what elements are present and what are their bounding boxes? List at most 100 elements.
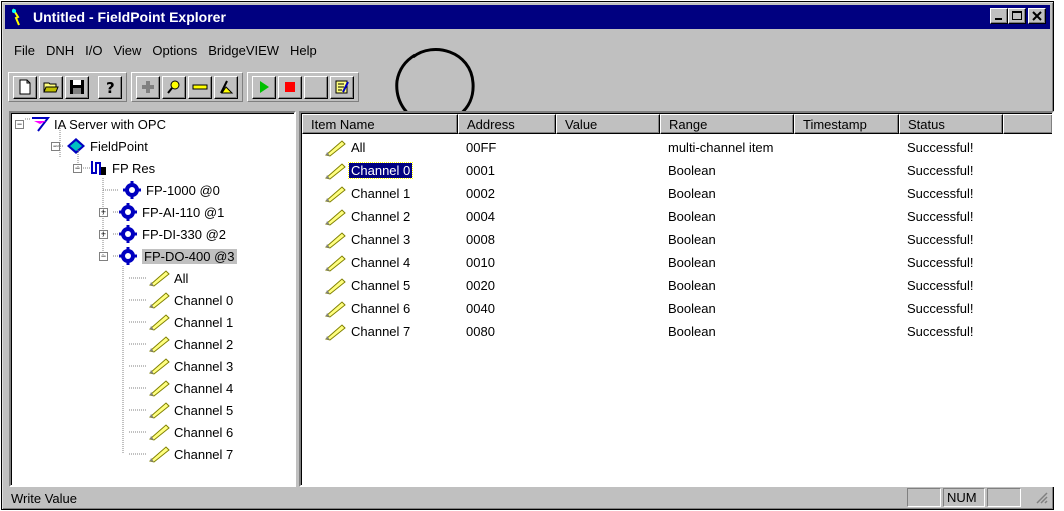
list-row-channel-6[interactable]: Channel 6 0040 Boolean Successful! xyxy=(302,297,1003,320)
channel-pencil-icon xyxy=(324,277,346,295)
tree-item-label: All xyxy=(174,270,189,286)
collapse-icon[interactable]: − xyxy=(73,163,82,173)
tree-item-ia-server[interactable]: − IA Server with OPC xyxy=(15,114,166,134)
add-icon xyxy=(142,81,154,93)
list-row-channel-4[interactable]: Channel 4 0010 Boolean Successful! xyxy=(302,251,1003,274)
remove-button[interactable] xyxy=(188,75,212,99)
list-row-channel-3[interactable]: Channel 3 0008 Boolean Successful! xyxy=(302,228,1003,251)
start-button[interactable] xyxy=(252,75,276,99)
menu-io[interactable]: I/O xyxy=(81,43,109,58)
column-header-address[interactable]: Address xyxy=(458,114,556,134)
find-button[interactable] xyxy=(162,75,186,99)
tree-item-fp-res[interactable]: − FP Res xyxy=(73,158,155,178)
list-row-channel-5[interactable]: Channel 5 0020 Boolean Successful! xyxy=(302,274,1003,297)
tree-item-channel-6[interactable]: Channel 6 xyxy=(148,422,233,442)
column-header-item-name[interactable]: Item Name xyxy=(302,114,458,134)
app-icon xyxy=(9,8,27,26)
item-list-view[interactable]: Item Name Address Value Range Timestamp … xyxy=(299,111,1054,487)
collapse-icon[interactable]: − xyxy=(51,141,60,151)
channel-pencil-icon xyxy=(324,300,346,318)
channel-pencil-icon xyxy=(148,424,170,441)
column-header-status[interactable]: Status xyxy=(899,114,1003,134)
cell-item-name: Channel 3 xyxy=(302,231,458,249)
row-name: Channel 0 xyxy=(347,162,414,179)
menu-dnh[interactable]: DNH xyxy=(42,43,81,58)
cell-address: 0020 xyxy=(466,278,495,293)
tree-item-fp-1000[interactable]: FP-1000 @0 xyxy=(122,180,220,200)
tree-item-fp-ai-110[interactable]: + FP-AI-110 @1 xyxy=(99,202,224,222)
column-header-value[interactable]: Value xyxy=(556,114,660,134)
tree-item-channel-3[interactable]: Channel 3 xyxy=(148,356,233,376)
cell-status: Successful! xyxy=(907,140,974,155)
close-icon xyxy=(1032,11,1042,21)
list-row-channel-1[interactable]: Channel 1 0002 Boolean Successful! xyxy=(302,182,1003,205)
add-button[interactable] xyxy=(136,75,160,99)
collapse-icon[interactable]: − xyxy=(15,119,24,129)
menu-bridgeview[interactable]: BridgeVIEW xyxy=(204,43,286,58)
module-gear-icon xyxy=(119,247,137,265)
tree-item-channel-1[interactable]: Channel 1 xyxy=(148,312,233,332)
cell-address: 0010 xyxy=(466,255,495,270)
window-title: Untitled - FieldPoint Explorer xyxy=(33,9,226,25)
toolbar-group-run xyxy=(247,72,359,102)
column-header-timestamp[interactable]: Timestamp xyxy=(794,114,899,134)
tree-item-channel-5[interactable]: Channel 5 xyxy=(148,400,233,420)
tree-item-channel-7[interactable]: Channel 7 xyxy=(148,444,233,464)
cell-address: 0080 xyxy=(466,324,495,339)
stop-button[interactable] xyxy=(278,75,302,99)
menu-options[interactable]: Options xyxy=(148,43,204,58)
cell-range: Boolean xyxy=(668,186,716,201)
row-name: Channel 2 xyxy=(351,209,411,224)
status-bar: Write Value NUM xyxy=(5,488,1050,508)
module-gear-icon xyxy=(123,181,141,199)
menu-file[interactable]: File xyxy=(10,43,42,58)
dnh-button[interactable] xyxy=(214,75,238,99)
maximize-icon xyxy=(1012,11,1022,20)
resize-grip-icon[interactable] xyxy=(1034,490,1048,504)
write-value-button[interactable] xyxy=(330,75,354,99)
expand-icon[interactable]: + xyxy=(99,229,108,239)
new-button[interactable] xyxy=(13,75,37,99)
tree-item-channel-4[interactable]: Channel 4 xyxy=(148,378,233,398)
tree-item-label: FP-DI-330 @2 xyxy=(142,226,226,242)
menu-help[interactable]: Help xyxy=(286,43,324,58)
save-button[interactable] xyxy=(65,75,89,99)
list-row-channel-2[interactable]: Channel 2 0004 Boolean Successful! xyxy=(302,205,1003,228)
num-lock-indicator: NUM xyxy=(943,488,985,507)
blank-button[interactable] xyxy=(304,75,328,99)
row-name: Channel 4 xyxy=(351,255,411,270)
tree-item-all[interactable]: All xyxy=(148,268,188,288)
maximize-button[interactable] xyxy=(1008,8,1026,24)
collapse-icon[interactable]: − xyxy=(99,251,108,261)
tree-item-channel-2[interactable]: Channel 2 xyxy=(148,334,233,354)
title-bar[interactable]: Untitled - FieldPoint Explorer xyxy=(5,5,1050,29)
cell-status: Successful! xyxy=(907,255,974,270)
cell-status: Successful! xyxy=(907,186,974,201)
open-button[interactable] xyxy=(39,75,63,99)
column-header-range[interactable]: Range xyxy=(660,114,794,134)
close-button[interactable] xyxy=(1028,8,1046,24)
cell-address: 0002 xyxy=(466,186,495,201)
list-row-all[interactable]: All 00FF multi-channel item Successful! xyxy=(302,136,1003,159)
row-name: Channel 6 xyxy=(351,301,411,316)
tree-item-channel-0[interactable]: Channel 0 xyxy=(148,290,233,310)
dnh-icon xyxy=(220,80,234,94)
expand-icon[interactable]: + xyxy=(99,207,108,217)
menu-view[interactable]: View xyxy=(109,43,148,58)
cell-status: Successful! xyxy=(907,324,974,339)
tree-item-label: FieldPoint xyxy=(90,138,148,154)
help-button[interactable]: ? xyxy=(98,75,122,99)
tree-item-fieldpoint[interactable]: − FieldPoint xyxy=(51,136,148,156)
channel-pencil-icon xyxy=(324,323,346,341)
tree-item-label: FP-1000 @0 xyxy=(146,182,220,198)
list-row-channel-0[interactable]: Channel 0 0001 Boolean Successful! xyxy=(302,159,1003,182)
list-row-channel-7[interactable]: Channel 7 0080 Boolean Successful! xyxy=(302,320,1003,343)
tree-item-fp-di-330[interactable]: + FP-DI-330 @2 xyxy=(99,224,226,244)
tree-item-fp-do-400[interactable]: − FP-DO-400 @3 xyxy=(99,246,237,266)
tree-item-label: Channel 0 xyxy=(174,292,234,308)
row-name: Channel 1 xyxy=(351,186,411,201)
minimize-button[interactable] xyxy=(990,8,1008,24)
write-value-icon xyxy=(335,80,349,94)
module-gear-icon xyxy=(119,203,137,221)
tree-view[interactable]: − IA Server with OPC − FieldPoint − FP R… xyxy=(9,111,296,487)
